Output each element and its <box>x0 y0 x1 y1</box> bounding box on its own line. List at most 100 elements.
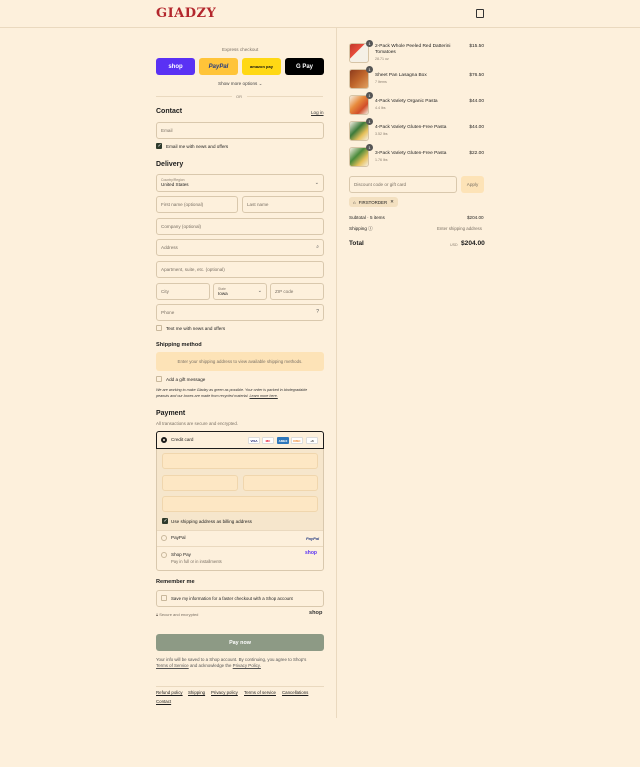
footer-link-refund[interactable]: Refund policy <box>156 690 183 695</box>
zip-field[interactable]: ZIP code <box>270 283 324 300</box>
paypal-radio[interactable] <box>161 535 167 541</box>
email-field[interactable]: Email <box>156 122 324 139</box>
phone-field[interactable]: Phone ? <box>156 304 324 321</box>
quantity-badge: 1 <box>366 92 373 99</box>
apply-button[interactable]: Apply <box>461 176 484 193</box>
eco-note-line2-text: peanuts and our boxes are made from recy… <box>156 394 249 398</box>
shipping-label: Shipping ⓘ <box>349 226 373 232</box>
country-select[interactable]: Country/Region United States ⌄ <box>156 174 324 192</box>
card-expiry-field[interactable] <box>162 475 238 491</box>
card-number-field[interactable] <box>162 453 318 469</box>
amex-icon: AMEX <box>277 437 289 444</box>
paypal-label: PayPal <box>171 535 186 540</box>
company-field[interactable]: Company (optional) <box>156 218 324 235</box>
or-label: OR <box>236 94 242 99</box>
eco-note-line2: peanuts and our boxes are made from recy… <box>156 394 278 398</box>
header: GIADZY <box>0 0 640 28</box>
footer-divider <box>156 686 324 687</box>
shop-tos-link[interactable]: Terms of Service <box>156 663 189 668</box>
footer-link-contact[interactable]: Contact <box>156 699 171 704</box>
pay-now-button[interactable]: Pay now <box>156 634 324 651</box>
product-thumbnail <box>349 147 369 167</box>
mastercard-icon: MC <box>262 437 274 444</box>
discount-code-field[interactable]: Discount code or gift card <box>349 176 457 193</box>
product-price: $76.50 <box>469 73 484 78</box>
state-select[interactable]: State Iowa ⌄ <box>213 283 267 300</box>
credit-card-label: Credit card <box>171 437 194 442</box>
shop-privacy-link[interactable]: Privacy Policy. <box>233 663 261 668</box>
google-pay-button[interactable]: G Pay <box>285 58 324 75</box>
help-icon[interactable]: ? <box>316 309 319 315</box>
city-field[interactable]: City <box>156 283 210 300</box>
learn-more-link[interactable]: Learn more here. <box>249 394 277 398</box>
quantity-badge: 1 <box>366 40 373 47</box>
card-cvv-field[interactable] <box>243 475 318 491</box>
remove-discount-icon[interactable]: ✕ <box>390 199 394 205</box>
login-link[interactable]: Log in <box>311 110 324 115</box>
amazon-pay-button[interactable]: amazon pay <box>242 58 281 75</box>
currency-label: USD <box>450 243 458 247</box>
shop-pay-button[interactable]: shop <box>156 58 195 75</box>
more-cards-badge: +6 <box>306 437 318 444</box>
text-news-checkbox[interactable] <box>156 325 162 331</box>
payment-subtitle: All transactions are secure and encrypte… <box>156 421 239 426</box>
shipping-label-text: Shipping <box>349 226 367 231</box>
footer-link-shipping[interactable]: Shipping <box>188 690 205 695</box>
subtotal-label: Subtotal · 5 items <box>349 215 385 220</box>
email-news-checkbox[interactable] <box>156 143 162 149</box>
footer-link-privacy[interactable]: Privacy policy <box>211 690 238 695</box>
chevron-down-icon: ⌄ <box>257 288 262 294</box>
total-label: Total <box>349 240 364 247</box>
credit-card-radio[interactable] <box>161 437 167 443</box>
footer-link-cancellations[interactable]: Cancellations <box>282 690 308 695</box>
shop-pay-label: Shop Pay <box>171 552 191 557</box>
shop-pay-radio[interactable] <box>161 552 167 558</box>
state-value: Iowa <box>218 291 228 296</box>
shop-logo: shop <box>309 610 323 616</box>
country-value: United States <box>161 182 189 187</box>
apartment-field[interactable]: Apartment, suite, etc. (optional) <box>156 261 324 278</box>
product-thumbnail <box>349 95 369 115</box>
address-field[interactable]: Address ⌕ <box>156 239 324 256</box>
quantity-badge: 1 <box>366 144 373 151</box>
product-variant: 4.4 lbs <box>375 106 386 110</box>
gift-message-checkbox[interactable] <box>156 376 162 382</box>
product-thumbnail <box>349 121 369 141</box>
secure-label: Secure and encrypted <box>159 612 199 617</box>
shop-pay-sublabel: Pay in full or in installments <box>171 559 222 564</box>
last-name-field[interactable]: Last name <box>242 196 324 213</box>
shop-pay-logo: shop <box>305 550 317 556</box>
shipping-value: Enter shipping address <box>437 226 482 231</box>
visa-icon: VISA <box>248 437 260 444</box>
or-line-right <box>247 96 323 97</box>
billing-same-checkbox[interactable] <box>162 518 168 524</box>
payment-title: Payment <box>156 410 186 417</box>
save-info-checkbox[interactable] <box>161 595 167 601</box>
eco-note-line1: We are working to make Giadzy as green a… <box>156 388 308 392</box>
payment-divider <box>157 546 323 547</box>
product-variant: 28.71 oz <box>375 57 389 61</box>
info-icon[interactable]: ⓘ <box>368 226 373 231</box>
paypal-logo: PayPal <box>306 536 320 541</box>
paypal-button[interactable]: PayPal <box>199 58 238 75</box>
card-name-field[interactable] <box>162 496 318 512</box>
email-news-label: Email me with news and offers <box>166 144 229 149</box>
product-price: $44.00 <box>469 125 484 130</box>
discount-code: FIRSTORDER <box>358 199 388 205</box>
legal-line2: Terms of Service and acknowledge the Pri… <box>156 663 261 668</box>
discover-icon: DISC <box>291 437 303 444</box>
gift-message-label: Add a gift message <box>166 377 206 382</box>
product-price: $44.00 <box>469 99 484 104</box>
brand-logo[interactable]: GIADZY <box>156 6 216 21</box>
product-variant: 7 Items <box>375 80 387 84</box>
remember-me-title: Remember me <box>156 579 195 585</box>
shipping-method-title: Shipping method <box>156 342 202 348</box>
footer-link-terms[interactable]: Terms of service <box>244 690 276 695</box>
or-line-left <box>156 96 232 97</box>
product-variant: 3.52 lbs <box>375 132 388 136</box>
first-name-field[interactable]: First name (optional) <box>156 196 238 213</box>
show-more-options[interactable]: Show more options ⌄ <box>218 81 262 87</box>
bag-icon[interactable] <box>476 9 484 18</box>
subtotal-value: $204.00 <box>467 215 484 220</box>
product-price: $15.50 <box>469 44 484 49</box>
